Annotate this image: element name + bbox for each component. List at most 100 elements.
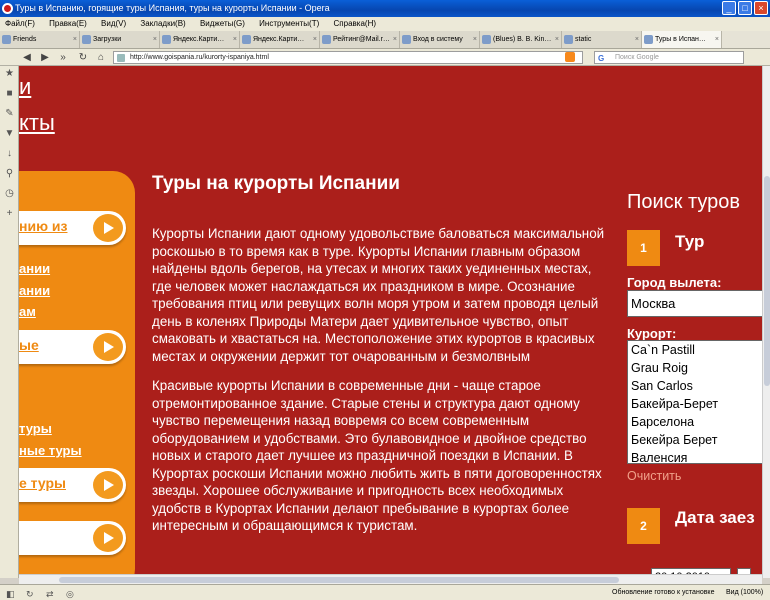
scrollbar-thumb[interactable] [764, 176, 770, 386]
rss-feed-icon[interactable] [565, 52, 575, 62]
menu-help[interactable]: Справка(H) [334, 19, 377, 28]
horizontal-scrollbar[interactable] [19, 574, 762, 584]
top-nav-link-2[interactable]: кты [19, 110, 55, 136]
menu-view[interactable]: Вид(V) [101, 19, 126, 28]
tour-search-panel: Поиск туров 1 Тур Город вылета: Москва К… [627, 190, 762, 578]
tab-close-icon[interactable]: × [393, 31, 397, 48]
left-menu-link-4[interactable]: туры [19, 421, 52, 436]
left-menu-link-5[interactable]: ные туры [19, 443, 82, 458]
tab-close-icon[interactable]: × [313, 31, 317, 48]
left-menu-link-2[interactable]: ании [19, 283, 50, 298]
back-icon[interactable]: ◀ [20, 50, 34, 65]
tab-close-icon[interactable]: × [73, 31, 77, 48]
menu-tools[interactable]: Инструменты(T) [259, 19, 319, 28]
add-panel-icon[interactable]: + [4, 208, 15, 219]
status-text: Обновление готово к установке [612, 589, 715, 596]
home-icon[interactable]: ⌂ [94, 50, 108, 65]
resort-option[interactable]: Валенсия [628, 449, 762, 463]
tab-close-icon[interactable]: × [233, 31, 237, 48]
menu-widgets[interactable]: Виджеты(G) [200, 19, 245, 28]
main-article: Туры на курорты Испании Курорты Испании … [152, 173, 612, 547]
tab-favicon-icon [482, 35, 491, 44]
menu-bookmarks[interactable]: Закладки(B) [140, 19, 185, 28]
window-titlebar: Туры в Испанию, горящие туры Испания, ту… [0, 0, 770, 17]
article-paragraph-2: Красивые курорты Испании в современные д… [152, 378, 602, 533]
zoom-indicator[interactable]: Вид (100%) [726, 585, 763, 600]
minimize-button[interactable]: _ [722, 1, 736, 15]
opera-link-icon[interactable]: ◎ [66, 587, 74, 600]
tab-label: Туры в Испан… [655, 36, 706, 43]
resort-option[interactable]: Бакейра-Берет [628, 395, 762, 413]
address-toolbar: ◀ ▶ » ↻ ⌂ http://www.goispania.ru/kurort… [0, 49, 770, 66]
resort-option[interactable]: Ca`n Pastill [628, 341, 762, 359]
tab-close-icon[interactable]: × [555, 31, 559, 48]
search-title: Поиск туров [627, 191, 741, 213]
history-panel-icon[interactable]: ◷ [4, 188, 15, 199]
bookmarks-panel-icon[interactable]: ★ [4, 68, 15, 79]
tab-close-icon[interactable]: × [153, 31, 157, 48]
arrow-right-icon [93, 524, 123, 552]
address-field[interactable]: http://www.goispania.ru/kurorty-ispaniya… [113, 51, 583, 64]
left-menu-link-1[interactable]: ании [19, 261, 50, 276]
left-menu-pill-3[interactable]: е туры [19, 468, 126, 502]
tab-close-icon[interactable]: × [473, 31, 477, 48]
turbo-icon[interactable]: ↻ [26, 587, 34, 600]
search-placeholder: Поиск Google [615, 54, 659, 61]
left-menu-pill-1[interactable]: нию из [19, 211, 126, 245]
notes-panel-icon[interactable]: ✎ [4, 108, 15, 119]
tab-yandex-maps-1[interactable]: Яндекс.Карти… × [160, 31, 240, 48]
step-2-badge: 2 [627, 508, 660, 544]
tab-favicon-icon [162, 35, 171, 44]
menu-bar: Файл(F) Правка(E) Вид(V) Закладки(B) Вид… [0, 17, 770, 31]
status-bar: ◧ ↻ ⇄ ◎ Обновление готово к установке Ви… [0, 584, 770, 600]
reload-icon[interactable]: ↻ [76, 50, 90, 65]
resort-option[interactable]: Барселона [628, 413, 762, 431]
forward-icon[interactable]: ▶ [38, 50, 52, 65]
menu-file[interactable]: Файл(F) [5, 19, 35, 28]
tab-favicon-icon [402, 35, 411, 44]
pill-label: е туры [19, 475, 66, 491]
opera-icon [2, 3, 13, 14]
left-menu-pill-4[interactable] [19, 521, 126, 555]
window-controls: _ □ × [722, 1, 768, 15]
fast-forward-icon[interactable]: » [56, 50, 70, 65]
search-input[interactable]: G Поиск Google [594, 51, 744, 64]
panel-toggle-icon[interactable]: ◧ [6, 587, 15, 600]
scrollbar-thumb[interactable] [59, 577, 619, 583]
left-menu-pill-2[interactable]: ые [19, 330, 126, 364]
step-1-label: Тур [675, 232, 705, 251]
window-title: Туры в Испанию, горящие туры Испания, ту… [15, 3, 330, 13]
close-button[interactable]: × [754, 1, 768, 15]
links-panel-icon[interactable]: ⚲ [4, 168, 15, 179]
tab-close-icon[interactable]: × [635, 31, 639, 48]
tab-static[interactable]: static × [562, 31, 642, 48]
departure-city-select[interactable]: Москва [627, 290, 762, 317]
downloads-panel-icon[interactable]: ▼ [4, 128, 15, 139]
tab-rating-mail[interactable]: Рейтинг@Mail.r… × [320, 31, 400, 48]
tab-login[interactable]: Вход в систему × [400, 31, 480, 48]
tab-close-icon[interactable]: × [715, 31, 719, 48]
tab-friends[interactable]: Friends × [0, 31, 80, 48]
resort-option[interactable]: Бекейра Берет [628, 431, 762, 449]
tab-label: Вход в систему [413, 36, 463, 43]
resort-option[interactable]: Grau Roig [628, 359, 762, 377]
unite-icon[interactable]: ⇄ [46, 587, 54, 600]
maximize-button[interactable]: □ [738, 1, 752, 15]
transfers-panel-icon[interactable]: ↓ [4, 148, 15, 159]
resort-listbox[interactable]: Ca`n Pastill Grau Roig San Carlos Бакейр… [627, 340, 762, 464]
tab-spain-tours[interactable]: Туры в Испан… × [642, 31, 722, 48]
top-nav-link-1[interactable]: и [19, 74, 31, 100]
menu-edit[interactable]: Правка(E) [49, 19, 87, 28]
tab-yandex-maps-2[interactable]: Яндекс.Карти… × [240, 31, 320, 48]
tab-label: Friends [13, 36, 37, 43]
vertical-scrollbar[interactable] [762, 66, 770, 578]
tab-favicon-icon [242, 35, 251, 44]
tab-favicon-icon [322, 35, 331, 44]
tab-blues[interactable]: (Blues) B. B. Kin… × [480, 31, 562, 48]
resort-option[interactable]: San Carlos [628, 377, 762, 395]
widgets-panel-icon[interactable]: ■ [4, 88, 15, 99]
left-menu-link-3[interactable]: ам [19, 304, 36, 319]
tab-downloads[interactable]: Загрузки × [80, 31, 160, 48]
arrow-right-icon [93, 333, 123, 361]
clear-link[interactable]: Очистить [627, 469, 681, 483]
